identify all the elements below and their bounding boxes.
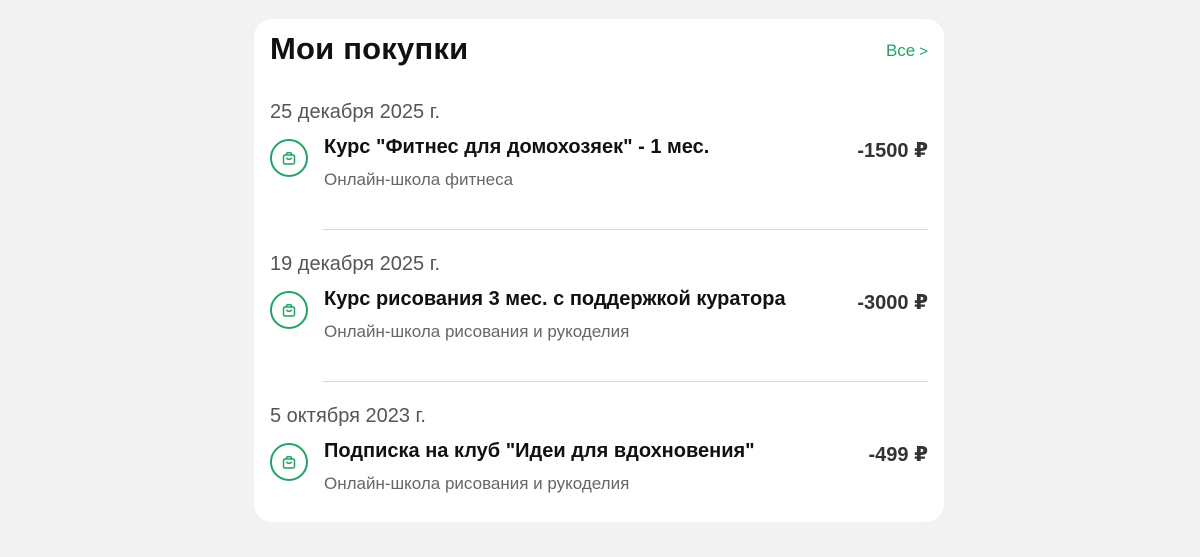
all-link-label: Все: [885, 41, 916, 60]
purchase-name: Подписка на клуб "Идеи для вдохновения": [324, 440, 755, 462]
purchase-merchant: Онлайн-школа фитнеса: [324, 170, 514, 189]
purchase-row[interactable]: Курс "Фитнес для домохозяек" - 1 мес. Он…: [270, 130, 928, 202]
shopping-bag-icon: [270, 139, 308, 177]
purchase-date: 5 октября 2023 г.: [270, 405, 426, 427]
purchase-row[interactable]: Подписка на клуб "Идеи для вдохновения" …: [270, 434, 928, 506]
purchase-group: 5 октября 2023 г. Подписка на клуб "Идеи…: [254, 405, 944, 557]
purchase-amount: -499 ₽: [868, 444, 928, 466]
divider: [323, 381, 928, 382]
purchase-name: Курс рисования 3 мес. с поддержкой курат…: [324, 288, 786, 310]
purchase-date: 25 декабря 2025 г.: [270, 101, 441, 123]
purchase-amount: -3000 ₽: [857, 292, 928, 314]
purchase-group: 19 декабря 2025 г. Курс рисования 3 мес.…: [254, 253, 944, 405]
purchase-merchant: Онлайн-школа рисования и рукоделия: [324, 322, 630, 341]
chevron-right-icon: >: [919, 43, 928, 60]
shopping-bag-icon: [270, 443, 308, 481]
purchase-date: 19 декабря 2025 г.: [270, 253, 441, 275]
purchase-merchant: Онлайн-школа рисования и рукоделия: [324, 474, 630, 493]
purchase-name: Курс "Фитнес для домохозяек" - 1 мес.: [324, 136, 710, 158]
page-title: Мои покупки: [270, 31, 469, 66]
purchase-amount: -1500 ₽: [857, 140, 928, 162]
purchases-card: Мои покупки Все > 25 декабря 2025 г. Курс…: [254, 19, 944, 522]
all-purchases-link[interactable]: Все >: [886, 41, 928, 61]
purchase-row[interactable]: Курс рисования 3 мес. с поддержкой курат…: [270, 282, 928, 354]
shopping-bag-icon: [270, 291, 308, 329]
divider: [323, 229, 928, 230]
purchase-group: 25 декабря 2025 г. Курс "Фитнес для домо…: [254, 101, 944, 253]
